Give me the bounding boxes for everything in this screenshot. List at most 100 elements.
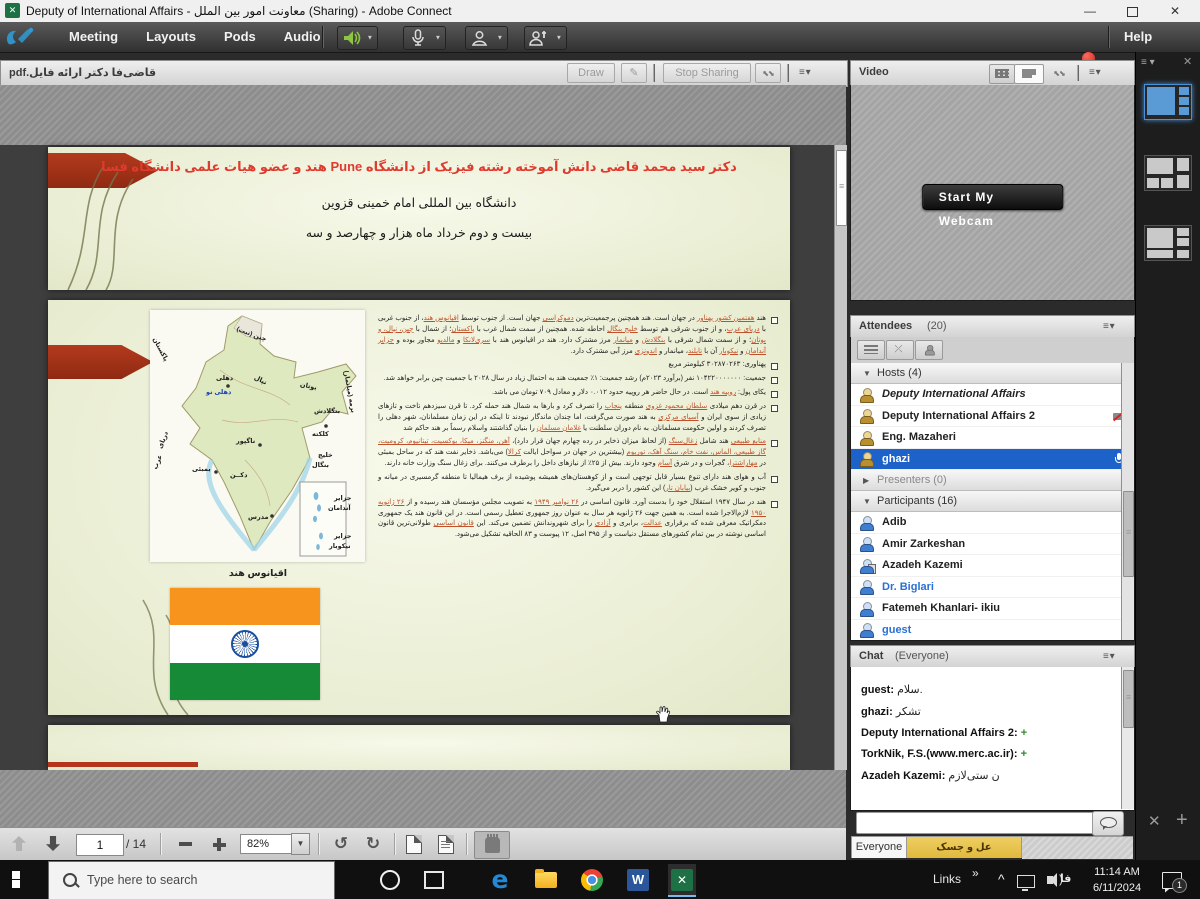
task-view-icon[interactable] (420, 866, 448, 894)
window-titlebar: ✕ Deputy of International Affairs - معاو… (0, 0, 1200, 23)
person-icon (859, 579, 874, 594)
maximize-button[interactable] (1115, 0, 1149, 22)
help-menu[interactable]: Help (1124, 22, 1152, 52)
stop-sharing-button[interactable]: Stop Sharing (663, 63, 751, 83)
layout-thumb-discussion[interactable] (1144, 155, 1192, 191)
chrome-icon[interactable] (578, 866, 606, 894)
microphone-dropdown[interactable] (430, 26, 446, 50)
viewer-scrollbar[interactable] (834, 145, 847, 770)
attendee-row[interactable]: Amir Zarkeshan (851, 534, 1134, 556)
page-up-button[interactable] (12, 836, 26, 851)
share-pod-menu-icon[interactable] (799, 63, 810, 83)
layout-thumb-sharing[interactable] (1144, 84, 1192, 120)
grid-view-button[interactable] (1014, 64, 1044, 84)
map-label: مدرس (248, 513, 269, 521)
links-chevron[interactable]: » (972, 854, 979, 893)
ashoka-chakra-icon (231, 630, 259, 658)
attendee-status-view-button[interactable] (915, 340, 943, 360)
video-pod-menu-icon[interactable] (1089, 63, 1100, 83)
attendees-scrollbar-thumb[interactable] (1123, 491, 1134, 577)
keyboard-language-indicator[interactable]: فا (1060, 860, 1071, 899)
pan-tool-button[interactable] (474, 831, 510, 859)
hosts-section-header[interactable]: ▼Hosts (4) (851, 363, 1134, 384)
attendee-row[interactable]: Deputy International Affairs (851, 384, 1134, 406)
microphone-button[interactable] (403, 26, 432, 50)
webcam-button[interactable] (465, 26, 494, 50)
speaker-dropdown[interactable] (362, 26, 378, 50)
rotate-right-button[interactable]: ↻ (358, 833, 388, 855)
attendee-row[interactable]: Dr. Biglari (851, 577, 1134, 599)
raise-hand-button[interactable] (524, 26, 553, 50)
attendee-row[interactable]: Fatemeh Khanlari- ikiu (851, 598, 1134, 620)
attendee-row[interactable]: ghazi (851, 449, 1134, 471)
tab-everyone[interactable]: Everyone (851, 836, 907, 858)
pod-options-icon[interactable]: ✕ (1148, 812, 1161, 830)
links-toolbar-label[interactable]: Links (933, 860, 961, 899)
raise-hand-dropdown[interactable] (551, 26, 567, 50)
tab-private-chat[interactable]: عل و جسک رضای‌فاطمه ... (906, 836, 1022, 858)
attendee-row[interactable]: Eng. Mazaheri (851, 427, 1134, 449)
attendees-pod-menu-icon[interactable] (1103, 317, 1114, 337)
page-number-input[interactable] (76, 834, 124, 856)
taskbar-search[interactable]: Type here to search (48, 861, 335, 899)
bullet-square-icon (771, 377, 778, 384)
hidden-icons-chevron[interactable]: ^ (998, 860, 1005, 899)
taskbar-clock[interactable]: 11:14 AM 6/11/2024 (1086, 865, 1148, 897)
speaker-button[interactable] (337, 26, 364, 50)
chat-pod-menu-icon[interactable] (1103, 647, 1114, 667)
map-label: بمبئی (192, 465, 211, 473)
send-message-button[interactable] (1092, 811, 1124, 836)
rotate-left-button[interactable]: ↺ (326, 833, 356, 855)
word-icon[interactable]: W (624, 866, 652, 894)
breakout-view-button[interactable]: ⤫ (886, 340, 914, 360)
menu-item[interactable]: Pods (210, 22, 270, 52)
start-button-icon[interactable] (12, 871, 29, 888)
video-fullscreen-icon[interactable] (1048, 64, 1070, 82)
close-button[interactable]: ✕ (1158, 0, 1192, 22)
adobe-connect-taskbar-icon[interactable]: ✕ (668, 864, 696, 897)
pencil-tool-button[interactable]: ✎ (621, 63, 647, 83)
attendee-row[interactable]: Azadeh Kazemi (851, 555, 1134, 577)
notification-center-icon[interactable]: 1 (1158, 866, 1186, 894)
chat-scrollbar[interactable] (1121, 667, 1134, 809)
start-webcam-button[interactable]: Start My Webcam (922, 184, 1064, 210)
presenters-section-header[interactable]: ▶Presenters (0) (851, 470, 1134, 491)
zoom-out-button[interactable] (170, 833, 200, 855)
attendees-scrollbar[interactable] (1121, 363, 1134, 640)
menu-item[interactable]: Layouts (132, 22, 210, 52)
menu-item[interactable]: Meeting (55, 22, 132, 52)
divider (1108, 26, 1110, 48)
page-layout-view-button[interactable] (432, 833, 460, 855)
attendee-row[interactable]: Adib (851, 512, 1134, 534)
chat-scrollbar-thumb[interactable] (1123, 670, 1134, 728)
slide-decoration-bar (48, 762, 198, 767)
attendee-row[interactable]: guest (851, 620, 1134, 642)
attendee-list-view-button[interactable] (857, 340, 885, 360)
menu-item[interactable]: Audio (270, 22, 335, 52)
chat-input[interactable] (856, 812, 1096, 834)
single-page-view-button[interactable] (400, 833, 428, 855)
viewer-scrollbar-thumb[interactable] (836, 150, 847, 226)
zoom-level-dropdown[interactable]: ▼ (291, 833, 310, 855)
slide2-bullets: هند هفتمین کشور پهناور در جهان است. هند … (378, 314, 778, 544)
draw-button[interactable]: Draw (567, 63, 615, 83)
page-down-button[interactable] (46, 836, 60, 851)
layout-thumb-collaboration[interactable] (1144, 225, 1192, 261)
bullet-item: آب و هوای هند دارای تنوع بسیار قابل توجه… (378, 473, 778, 495)
attendee-row[interactable]: Deputy International Affairs 2 (851, 406, 1134, 428)
minimize-button[interactable]: — (1073, 0, 1107, 22)
add-pod-icon[interactable]: + (1176, 809, 1188, 832)
file-explorer-icon[interactable] (532, 866, 560, 894)
cortana-icon[interactable] (376, 866, 404, 894)
zoom-in-button[interactable] (204, 833, 234, 855)
layout-menu-icon[interactable] (1141, 57, 1155, 68)
participants-section-header[interactable]: ▼Participants (16) (851, 491, 1134, 512)
layout-close-icon[interactable]: ✕ (1183, 55, 1192, 68)
person-icon (859, 622, 874, 637)
filmstrip-view-button[interactable] (989, 64, 1015, 84)
fullscreen-button[interactable] (755, 63, 781, 83)
edge-icon[interactable]: e (486, 866, 514, 894)
adobe-connect-window: ✕ Deputy of International Affairs - معاو… (0, 0, 1200, 899)
webcam-dropdown[interactable] (492, 26, 508, 50)
document-viewer[interactable]: دکتر سید محمد قاضی دانش آموخته رشته فیزی… (0, 145, 846, 770)
